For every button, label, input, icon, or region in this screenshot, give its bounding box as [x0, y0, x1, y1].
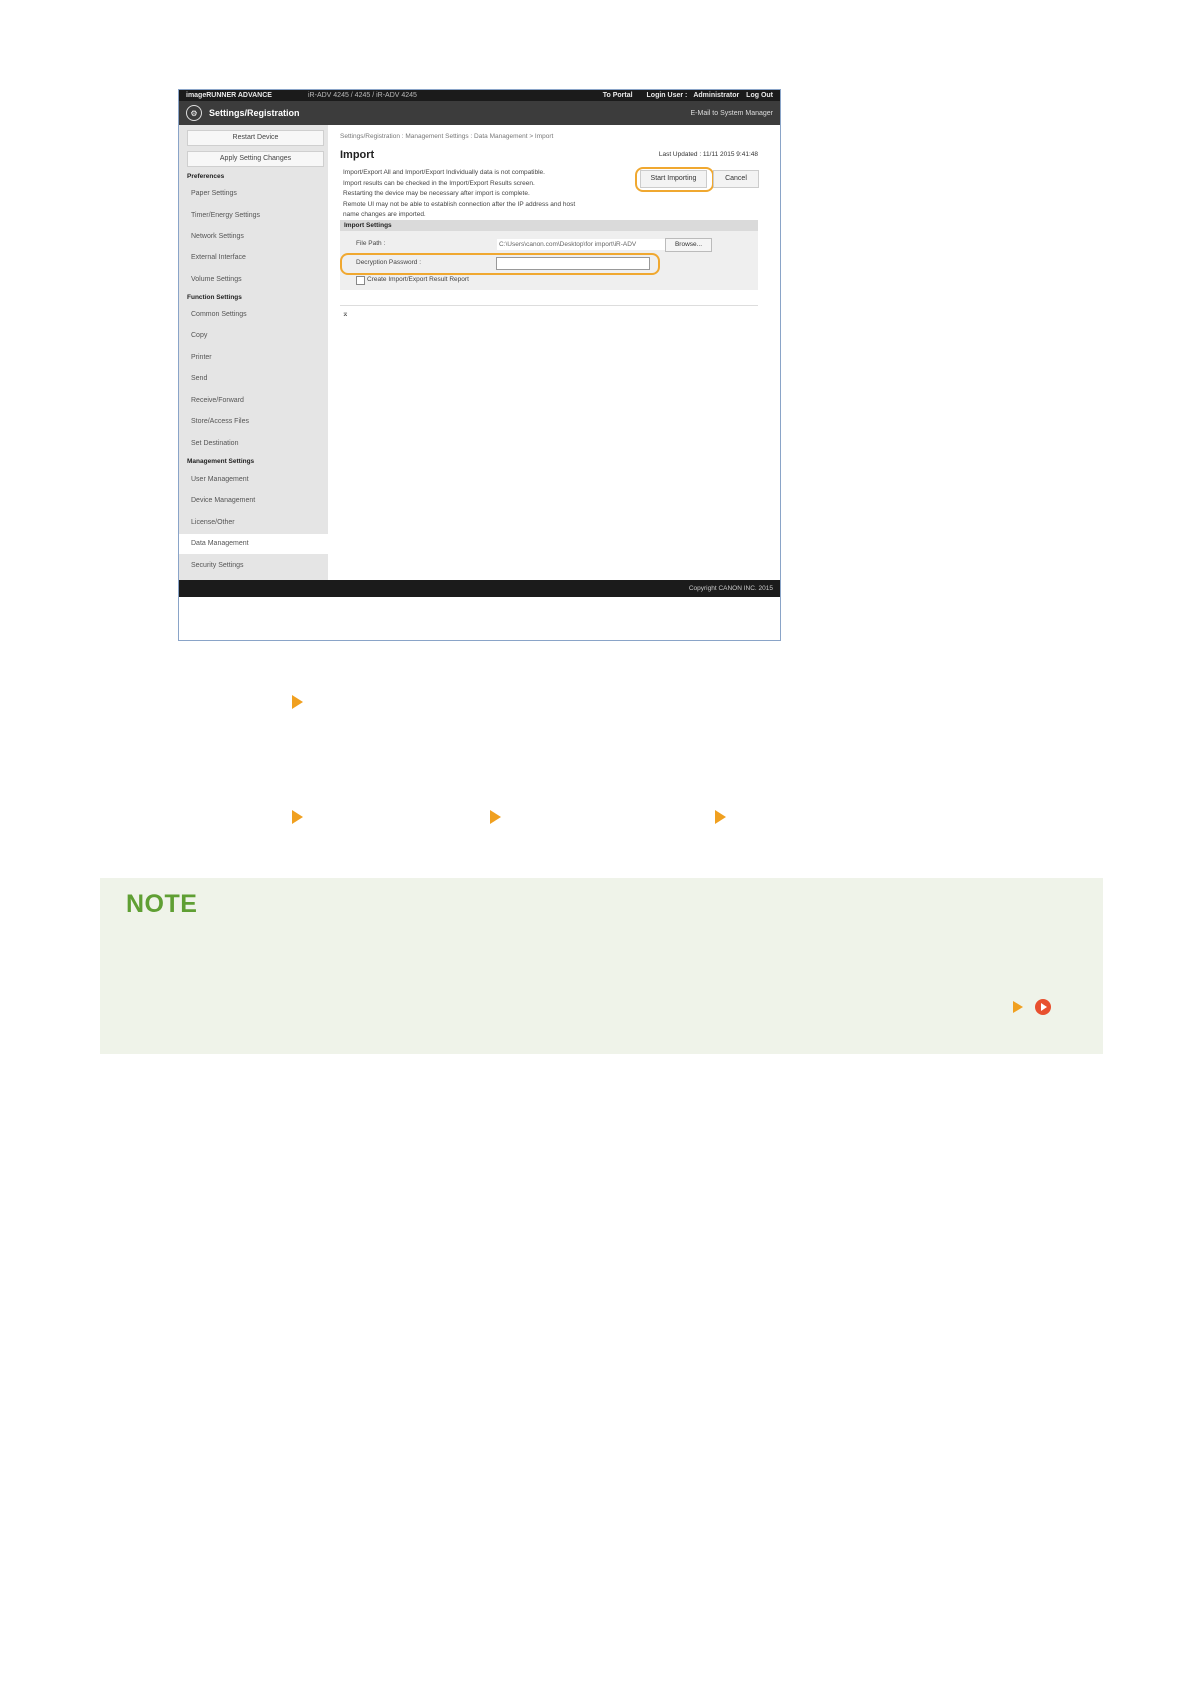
- sidebar-item-set-destination[interactable]: Set Destination: [191, 440, 238, 447]
- file-path-label: File Path :: [356, 240, 386, 247]
- remote-ui-topbar: imageRUNNER ADVANCE iR-ADV 4245 / 4245 /…: [179, 90, 780, 101]
- step-arrow-icon: [292, 810, 303, 824]
- settings-gear-icon: ⚙: [186, 105, 202, 121]
- sidebar-item-volume-settings[interactable]: Volume Settings: [191, 276, 242, 283]
- brand-label: imageRUNNER ADVANCE: [186, 92, 272, 99]
- sidebar-item-device-management[interactable]: Device Management: [191, 497, 255, 504]
- description-line: Import results can be checked in the Imp…: [343, 179, 535, 187]
- note-box: NOTE: [100, 878, 1103, 1054]
- back-to-top-icon[interactable]: ⌅: [342, 309, 349, 318]
- to-portal-link[interactable]: To Portal: [603, 92, 633, 99]
- topbar-links: To Portal Login User : Administrator Log…: [591, 92, 773, 99]
- sidebar-heading-preferences: Preferences: [187, 173, 225, 180]
- link-button-icon[interactable]: [1035, 999, 1051, 1015]
- sidebar-item-security-settings[interactable]: Security Settings: [191, 562, 244, 569]
- import-description: Import/Export All and Import/Export Indi…: [343, 168, 633, 221]
- description-line: Restarting the device may be necessary a…: [343, 190, 530, 197]
- remote-ui-screenshot: imageRUNNER ADVANCE iR-ADV 4245 / 4245 /…: [178, 89, 781, 641]
- sidebar: Restart Device Apply Setting Changes Pre…: [179, 125, 328, 580]
- browse-button[interactable]: Browse...: [665, 238, 712, 252]
- step-arrow-icon: [490, 810, 501, 824]
- apply-setting-changes-button[interactable]: Apply Setting Changes: [187, 151, 324, 167]
- sidebar-item-license-other[interactable]: License/Other: [191, 519, 235, 526]
- sidebar-item-printer[interactable]: Printer: [191, 354, 212, 361]
- sidebar-item-store-access-files[interactable]: Store/Access Files: [191, 418, 249, 425]
- email-system-manager-link[interactable]: E-Mail to System Manager: [691, 110, 773, 117]
- sidebar-item-paper-settings[interactable]: Paper Settings: [191, 190, 237, 197]
- login-user-name: Administrator: [693, 92, 740, 99]
- main-panel: Settings/Registration : Management Setti…: [340, 125, 770, 580]
- link-arrow-icon: [1013, 1001, 1023, 1013]
- sidebar-item-data-management[interactable]: Data Management: [179, 534, 328, 554]
- last-updated: Last Updated : 11/11 2015 9:41:48: [658, 151, 758, 158]
- note-title: NOTE: [126, 890, 198, 918]
- file-path-field[interactable]: C:\Users\canon.com\Desktop\for import\iR…: [497, 239, 665, 250]
- import-settings-section: Import Settings File Path : C:\Users\can…: [340, 220, 758, 290]
- step-arrow-icon: [292, 695, 303, 709]
- description-line: Remote UI may not be able to establish c…: [343, 200, 576, 208]
- remote-ui-footer: Copyright CANON INC. 2015: [179, 580, 780, 597]
- decryption-password-label: Decryption Password :: [356, 259, 422, 266]
- import-settings-heading: Import Settings: [340, 220, 758, 231]
- decryption-password-input[interactable]: [496, 257, 650, 270]
- sidebar-item-receive-forward[interactable]: Receive/Forward: [191, 397, 244, 404]
- cancel-button[interactable]: Cancel: [713, 170, 759, 188]
- divider: [340, 305, 758, 306]
- sidebar-item-timer-energy[interactable]: Timer/Energy Settings: [191, 212, 260, 219]
- breadcrumb: Settings/Registration : Management Setti…: [340, 133, 554, 140]
- settings-title: Settings/Registration: [209, 108, 300, 118]
- step-arrow-icon: [715, 810, 726, 824]
- sidebar-item-copy[interactable]: Copy: [191, 332, 207, 339]
- page-title: Import: [340, 149, 375, 161]
- sidebar-item-user-management[interactable]: User Management: [191, 476, 249, 483]
- sidebar-heading-function-settings: Function Settings: [187, 294, 242, 301]
- start-importing-button[interactable]: Start Importing: [640, 170, 707, 188]
- log-out-link[interactable]: Log Out: [746, 92, 773, 99]
- login-user-label: Login User :: [646, 92, 688, 99]
- remote-ui-titlebar: ⚙ Settings/Registration E-Mail to System…: [179, 101, 780, 125]
- device-address: iR-ADV 4245 / 4245 / iR-ADV 4245: [308, 92, 417, 99]
- restart-device-button[interactable]: Restart Device: [187, 130, 324, 146]
- sidebar-item-external-interface[interactable]: External Interface: [191, 254, 246, 261]
- create-report-checkbox[interactable]: [356, 276, 365, 285]
- sidebar-heading-management-settings: Management Settings: [187, 458, 255, 465]
- description-line: name changes are imported.: [343, 211, 426, 218]
- sidebar-item-common-settings[interactable]: Common Settings: [191, 311, 247, 318]
- create-report-label: Create Import/Export Result Report: [367, 276, 469, 283]
- sidebar-item-send[interactable]: Send: [191, 375, 207, 382]
- sidebar-item-network-settings[interactable]: Network Settings: [191, 233, 244, 240]
- description-line: Import/Export All and Import/Export Indi…: [343, 169, 545, 176]
